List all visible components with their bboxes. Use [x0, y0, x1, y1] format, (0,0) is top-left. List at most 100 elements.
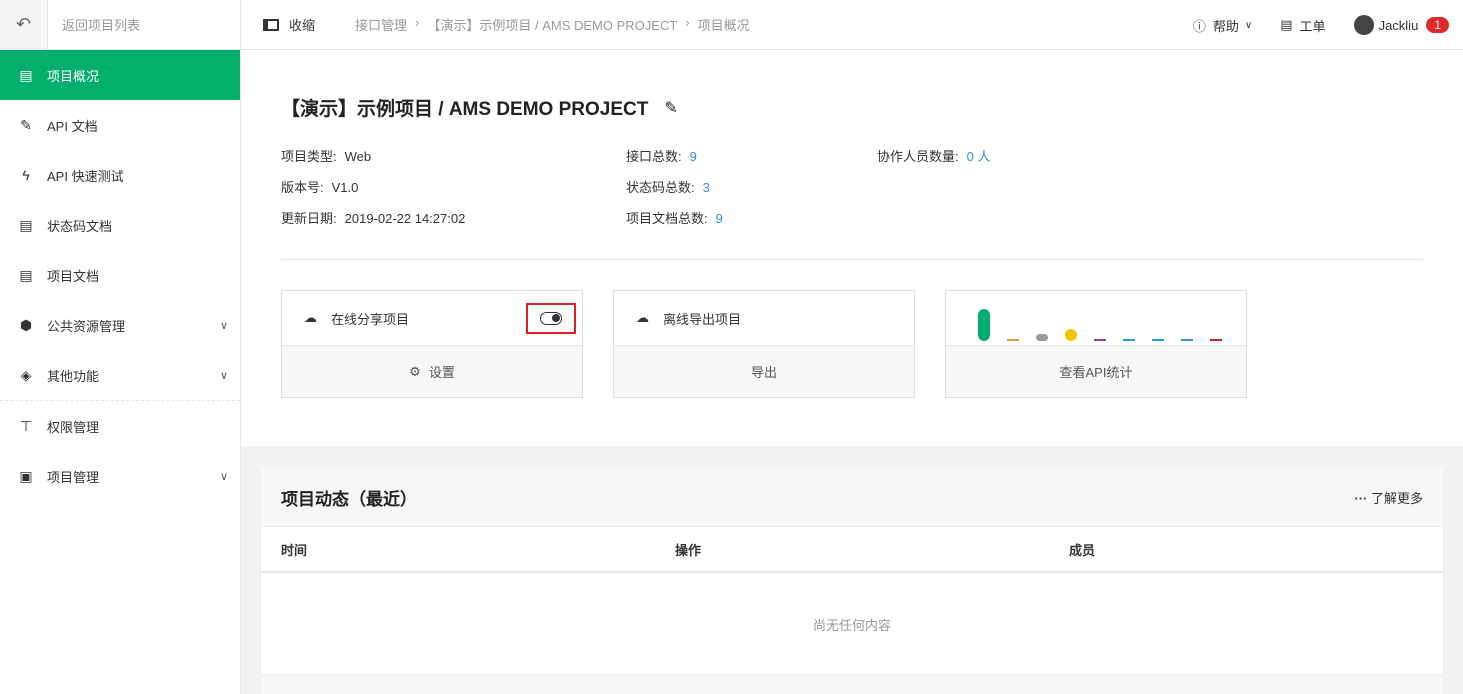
updated-value: 2019-02-22 14:27:02 — [344, 211, 466, 226]
cloud-icon: ☁ — [304, 310, 317, 325]
stats-bar — [1123, 339, 1135, 341]
overview-icon: ▤ — [19, 66, 33, 83]
ruler-icon: ✎ — [20, 116, 32, 133]
sidebar-item-label: 公共资源管理 — [47, 318, 126, 334]
activity-panel: 项目动态（最近） ··· 了解更多 时间 操作 成员 尚无任何内容 — [261, 467, 1443, 694]
status-count[interactable]: 3 — [703, 180, 710, 195]
updated-label: 更新日期: — [281, 211, 337, 226]
sidebar-item[interactable]: ⬢ 公共资源管理 ∨ — [0, 300, 240, 350]
type-label: 项目类型: — [281, 149, 337, 164]
sidebar-item-label: 项目文档 — [47, 268, 100, 284]
stats-bar — [1181, 339, 1193, 341]
stats-bar — [1007, 339, 1019, 341]
breadcrumb-item[interactable]: 接口管理 — [355, 15, 407, 34]
export-title: 离线导出项目 — [663, 311, 742, 327]
sidebar-item-label: 项目概况 — [47, 68, 100, 84]
sidebar-item-label: 权限管理 — [47, 419, 100, 435]
layers-icon: ◈ — [20, 366, 32, 383]
activity-table: 时间 操作 成员 尚无任何内容 — [261, 527, 1443, 674]
stats-bar — [1152, 339, 1164, 341]
api-count[interactable]: 9 — [690, 149, 697, 164]
undo-icon: ↶ — [0, 0, 48, 50]
sidebar-item[interactable]: ▣ 项目管理 ∨ — [0, 451, 240, 501]
members-count[interactable]: 0 人 — [967, 149, 991, 164]
project-title: 【演示】示例项目 / AMS DEMO PROJECT — [281, 99, 649, 120]
bolt-icon: ϟ — [22, 167, 30, 183]
sidebar-item-label: 其他功能 — [47, 368, 100, 384]
settings-label: 设置 — [428, 365, 455, 380]
toggle-switch[interactable] — [540, 312, 562, 325]
sidebar-item-label: 状态码文档 — [47, 218, 113, 234]
edit-icon[interactable]: ✎ — [664, 98, 677, 118]
chevron-down-icon: ∨ — [219, 470, 228, 483]
sidebar-item[interactable]: ⊤ 权限管理 — [0, 401, 240, 451]
column-header: 操作 — [675, 542, 702, 558]
members-label: 协作人员数量: — [877, 149, 959, 164]
sidebar-item[interactable]: ◈ 其他功能 ∨ — [0, 350, 240, 400]
help-label: 帮助 — [1212, 18, 1239, 34]
share-card: ☁ 在线分享项目 ⚙ 设置 — [281, 290, 583, 398]
export-card: ☁ 离线导出项目 导出 — [613, 290, 915, 398]
more-icon: ··· — [1354, 490, 1368, 506]
cube-icon: ⬢ — [19, 316, 33, 333]
user-menu[interactable]: Jackliu 1 — [1353, 15, 1449, 35]
doc-count-label: 项目文档总数: — [626, 211, 708, 226]
chevron-down-icon: ∨ — [1244, 19, 1253, 31]
column-header: 时间 — [281, 542, 308, 558]
more-label: 了解更多 — [1370, 490, 1423, 506]
chevron-down-icon: ∨ — [219, 369, 228, 382]
sidebar-item-label: API 快速测试 — [47, 168, 124, 184]
version-label: 版本号: — [281, 180, 324, 195]
sidebar-item[interactable]: ϟ API 快速测试 — [0, 150, 240, 200]
type-value: Web — [344, 149, 372, 164]
collapse-label: 收缩 — [289, 18, 316, 33]
breadcrumb: 接口管理 › 【演示】示例项目 / AMS DEMO PROJECT › 项目概况 — [355, 15, 750, 34]
sidebar-item-label: 项目管理 — [47, 469, 100, 485]
export-label: 导出 — [750, 365, 777, 380]
sidebar-item[interactable]: ▤ 状态码文档 — [0, 200, 240, 250]
ticket-button[interactable]: ▤ 工单 — [1280, 16, 1325, 35]
sidebar: ↶ 返回项目列表 ▤ 项目概况 ✎ API 文档 ϟ API 快速测试 ▤ 状态码文档 ▤ 项目文… — [0, 0, 241, 694]
clipboard-icon: ▣ — [19, 467, 33, 484]
back-to-projects[interactable]: ↶ 返回项目列表 — [0, 0, 240, 50]
view-stats-button[interactable]: 查看API统计 — [946, 346, 1246, 397]
breadcrumb-item[interactable]: 【演示】示例项目 / AMS DEMO PROJECT — [427, 15, 677, 34]
sidebar-item[interactable]: ▤ 项目概况 — [0, 50, 240, 100]
activity-title: 项目动态（最近） — [281, 489, 417, 509]
org-chart-icon: ⊤ — [19, 417, 33, 434]
divider — [281, 259, 1423, 260]
sidebar-toggle-icon — [263, 18, 279, 31]
chevron-right-icon: › — [685, 15, 690, 30]
stats-bar — [1094, 339, 1106, 341]
page-title: 【演示】示例项目 / AMS DEMO PROJECT ✎ — [281, 51, 1423, 121]
cloud-download-icon: ☁ — [636, 310, 649, 325]
export-button[interactable]: 导出 — [614, 346, 914, 397]
sidebar-item[interactable]: ▤ 项目文档 — [0, 250, 240, 300]
document-icon: ▤ — [19, 266, 33, 283]
settings-button[interactable]: ⚙ 设置 — [282, 346, 582, 397]
more-link[interactable]: ··· 了解更多 — [1354, 488, 1423, 507]
username: Jackliu — [1378, 17, 1419, 33]
avatar — [1353, 15, 1374, 35]
share-toggle[interactable] — [526, 303, 576, 334]
api-stats-mini-chart — [946, 290, 1239, 345]
chevron-right-icon: › — [415, 15, 420, 30]
status-count-label: 状态码总数: — [626, 180, 695, 195]
column-header: 成员 — [1069, 542, 1096, 558]
stats-bar — [978, 309, 990, 341]
collapse-button[interactable]: 收缩 — [263, 15, 315, 34]
notification-badge[interactable]: 1 — [1426, 17, 1449, 33]
sidebar-item-label: API 文档 — [47, 118, 98, 134]
stats-label: 查看API统计 — [1059, 365, 1133, 380]
stats-bar — [1065, 329, 1077, 341]
sidebar-item[interactable]: ✎ API 文档 — [0, 100, 240, 150]
stats-bar — [1036, 334, 1048, 341]
api-count-label: 接口总数: — [626, 149, 682, 164]
version-value: V1.0 — [331, 180, 359, 195]
info-icon: ⓘ — [1192, 18, 1206, 34]
stats-bar — [1210, 339, 1222, 341]
note-icon: ▤ — [19, 216, 33, 233]
ticket-icon: ▤ — [1280, 17, 1293, 32]
doc-count[interactable]: 9 — [716, 211, 723, 226]
help-menu[interactable]: ⓘ 帮助 ∨ — [1193, 16, 1252, 35]
